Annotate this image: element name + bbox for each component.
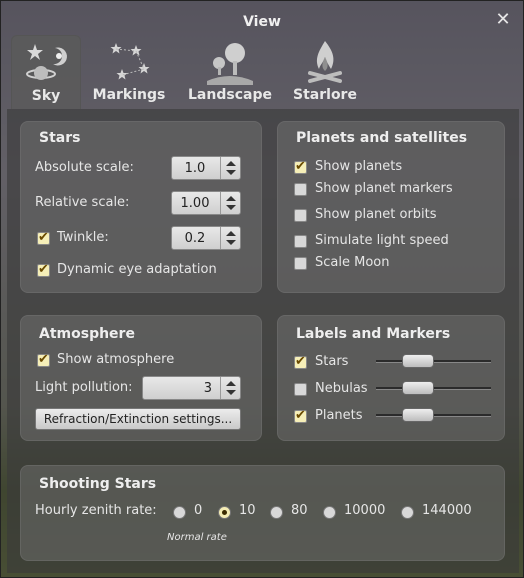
nebulas-labels-checkbox[interactable]	[294, 383, 307, 396]
light-pollution-value: 3	[203, 381, 212, 396]
planets-labels-checkbox[interactable]	[294, 407, 307, 424]
planets-title: Planets and satellites	[296, 130, 468, 146]
stars-group: Stars Absolute scale: 1.0 Relative scale…	[20, 121, 262, 293]
twinkle-label: Twinkle:	[57, 230, 109, 245]
hourly-zenith-rate-label: Hourly zenith rate:	[35, 503, 157, 518]
show-planets-checkbox[interactable]	[294, 158, 307, 175]
relative-scale-spinbox[interactable]: 1.00	[171, 191, 241, 215]
tab-sky[interactable]: Sky	[11, 35, 81, 109]
rate-option-144000-label: 144000	[422, 503, 472, 518]
planets-labels-slider-handle[interactable]	[402, 408, 434, 422]
stars-labels-checkbox[interactable]	[294, 353, 307, 370]
spin-down-icon[interactable]	[226, 390, 236, 395]
nebulas-labels-label: Nebulas	[315, 381, 368, 396]
atmosphere-title: Atmosphere	[39, 326, 135, 342]
scale-moon-label: Scale Moon	[315, 255, 390, 270]
planets-group: Planets and satellites Show planets Show…	[277, 121, 505, 293]
stars-labels-slider-handle[interactable]	[402, 354, 434, 368]
close-icon[interactable]: ✕	[495, 11, 511, 29]
campfire-icon	[308, 41, 342, 83]
spin-down-icon[interactable]	[226, 240, 236, 245]
rate-option-0-label: 0	[194, 503, 203, 518]
trees-icon	[207, 43, 253, 85]
spin-arrows[interactable]	[220, 227, 240, 249]
tab-markings[interactable]: Markings	[89, 35, 169, 109]
spin-arrows[interactable]	[220, 157, 240, 179]
view-dialog: View ✕ Sky Markings Landscape Starlore S…	[0, 0, 524, 578]
shooting-stars-title: Shooting Stars	[39, 476, 157, 492]
scale-moon-checkbox[interactable]	[294, 257, 307, 270]
spin-down-icon[interactable]	[226, 205, 236, 210]
show-atmosphere-label: Show atmosphere	[57, 352, 175, 367]
spin-arrows[interactable]	[220, 377, 240, 399]
twinkle-checkbox[interactable]	[37, 229, 50, 246]
spin-up-icon[interactable]	[226, 196, 236, 201]
atmosphere-group: Atmosphere Show atmosphere Light polluti…	[20, 315, 262, 441]
stars-title: Stars	[39, 130, 81, 146]
show-planet-markers-checkbox[interactable]	[294, 183, 307, 196]
show-planets-label: Show planets	[315, 159, 403, 174]
spin-up-icon[interactable]	[226, 381, 236, 386]
labels-markers-group: Labels and Markers Stars Nebulas Planets	[277, 315, 505, 441]
show-planet-orbits-label: Show planet orbits	[315, 207, 437, 222]
show-atmosphere-checkbox[interactable]	[37, 351, 50, 368]
stars-labels-label: Stars	[315, 354, 349, 369]
twinkle-value: 0.2	[184, 231, 206, 246]
rate-radio-144000[interactable]	[401, 506, 414, 519]
absolute-scale-label: Absolute scale:	[35, 160, 134, 175]
spin-arrows[interactable]	[220, 192, 240, 214]
relative-scale-value: 1.00	[180, 196, 210, 211]
planets-labels-label: Planets	[315, 408, 363, 423]
tab-sky-label: Sky	[31, 88, 61, 104]
constellation-icon	[110, 43, 150, 80]
rate-radio-10000[interactable]	[323, 506, 336, 519]
dynamic-eye-label: Dynamic eye adaptation	[57, 262, 217, 277]
rate-radio-80[interactable]	[270, 506, 283, 519]
rate-radio-10[interactable]	[218, 506, 231, 519]
tab-starlore[interactable]: Starlore	[287, 35, 363, 109]
absolute-scale-spinbox[interactable]: 1.0	[171, 156, 241, 180]
show-planet-markers-label: Show planet markers	[315, 181, 453, 196]
simulate-light-speed-label: Simulate light speed	[315, 233, 449, 248]
tab-landscape-label: Landscape	[188, 87, 272, 103]
sky-icon	[26, 44, 67, 80]
nebulas-labels-slider-handle[interactable]	[402, 381, 434, 395]
refraction-settings-button[interactable]: Refraction/Extinction settings...	[35, 408, 241, 430]
labels-markers-title: Labels and Markers	[296, 326, 451, 342]
tab-starlore-label: Starlore	[293, 87, 357, 103]
light-pollution-label: Light pollution:	[35, 380, 133, 395]
rate-option-10-label: 10	[239, 503, 256, 518]
tab-landscape[interactable]: Landscape	[185, 35, 275, 109]
shooting-stars-group: Shooting Stars Hourly zenith rate: 0 10 …	[20, 465, 505, 561]
rate-description: Normal rate	[167, 532, 227, 543]
relative-scale-label: Relative scale:	[35, 195, 130, 210]
tab-markings-label: Markings	[92, 87, 166, 103]
simulate-light-speed-checkbox[interactable]	[294, 235, 307, 248]
absolute-scale-value: 1.0	[184, 161, 206, 176]
rate-option-10000-label: 10000	[344, 503, 386, 518]
light-pollution-spinbox[interactable]: 3	[142, 376, 241, 400]
tab-bar: Sky Markings Landscape Starlore	[1, 35, 523, 109]
show-planet-orbits-checkbox[interactable]	[294, 209, 307, 222]
sky-tab-content: Stars Absolute scale: 1.0 Relative scale…	[7, 109, 519, 573]
rate-option-80-label: 80	[291, 503, 308, 518]
twinkle-spinbox[interactable]: 0.2	[171, 226, 241, 250]
spin-down-icon[interactable]	[226, 170, 236, 175]
rate-radio-0[interactable]	[173, 506, 186, 519]
dynamic-eye-checkbox[interactable]	[37, 261, 50, 278]
spin-up-icon[interactable]	[226, 231, 236, 236]
spin-up-icon[interactable]	[226, 161, 236, 166]
